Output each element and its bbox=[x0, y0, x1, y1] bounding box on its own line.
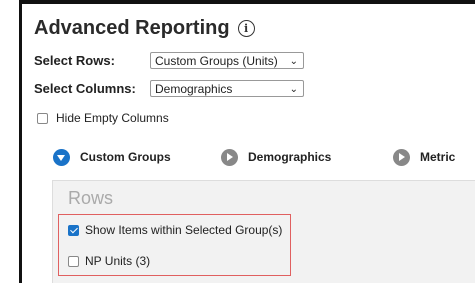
window-top-border bbox=[19, 0, 475, 4]
select-rows-label: Select Rows: bbox=[34, 53, 115, 68]
select-columns-dropdown[interactable]: Demographics ⌄ bbox=[150, 80, 304, 97]
step-metric[interactable]: Metric bbox=[393, 149, 473, 167]
hide-empty-columns-label: Hide Empty Columns bbox=[56, 111, 169, 125]
step-custom-groups[interactable]: Custom Groups bbox=[53, 149, 173, 167]
chevron-down-circle-icon bbox=[53, 149, 70, 166]
info-icon[interactable]: i bbox=[237, 20, 255, 37]
step-demographics-label: Demographics bbox=[248, 150, 332, 164]
chevron-down-icon: ⌄ bbox=[289, 56, 298, 67]
play-circle-icon bbox=[221, 149, 238, 166]
select-columns-value: Demographics bbox=[155, 82, 233, 96]
show-items-checkbox[interactable] bbox=[68, 225, 79, 236]
window-left-border bbox=[19, 0, 22, 283]
hide-empty-columns-checkbox[interactable] bbox=[37, 113, 48, 124]
step-metric-label: Metric bbox=[420, 150, 456, 164]
select-rows-dropdown[interactable]: Custom Groups (Units) ⌄ bbox=[150, 52, 304, 69]
page-title: Advanced Reporting i bbox=[34, 16, 255, 40]
rows-panel-title: Rows bbox=[68, 188, 114, 208]
show-items-label: Show Items within Selected Group(s) bbox=[85, 223, 283, 237]
chevron-down-icon: ⌄ bbox=[289, 84, 298, 95]
np-units-checkbox[interactable] bbox=[68, 256, 79, 267]
select-columns-label: Select Columns: bbox=[34, 81, 136, 96]
np-units-label: NP Units (3) bbox=[85, 254, 151, 268]
step-custom-groups-label: Custom Groups bbox=[80, 150, 171, 164]
step-demographics[interactable]: Demographics bbox=[221, 149, 341, 167]
page-title-text: Advanced Reporting bbox=[34, 17, 230, 39]
select-rows-value: Custom Groups (Units) bbox=[155, 54, 278, 68]
play-circle-icon bbox=[393, 149, 410, 166]
